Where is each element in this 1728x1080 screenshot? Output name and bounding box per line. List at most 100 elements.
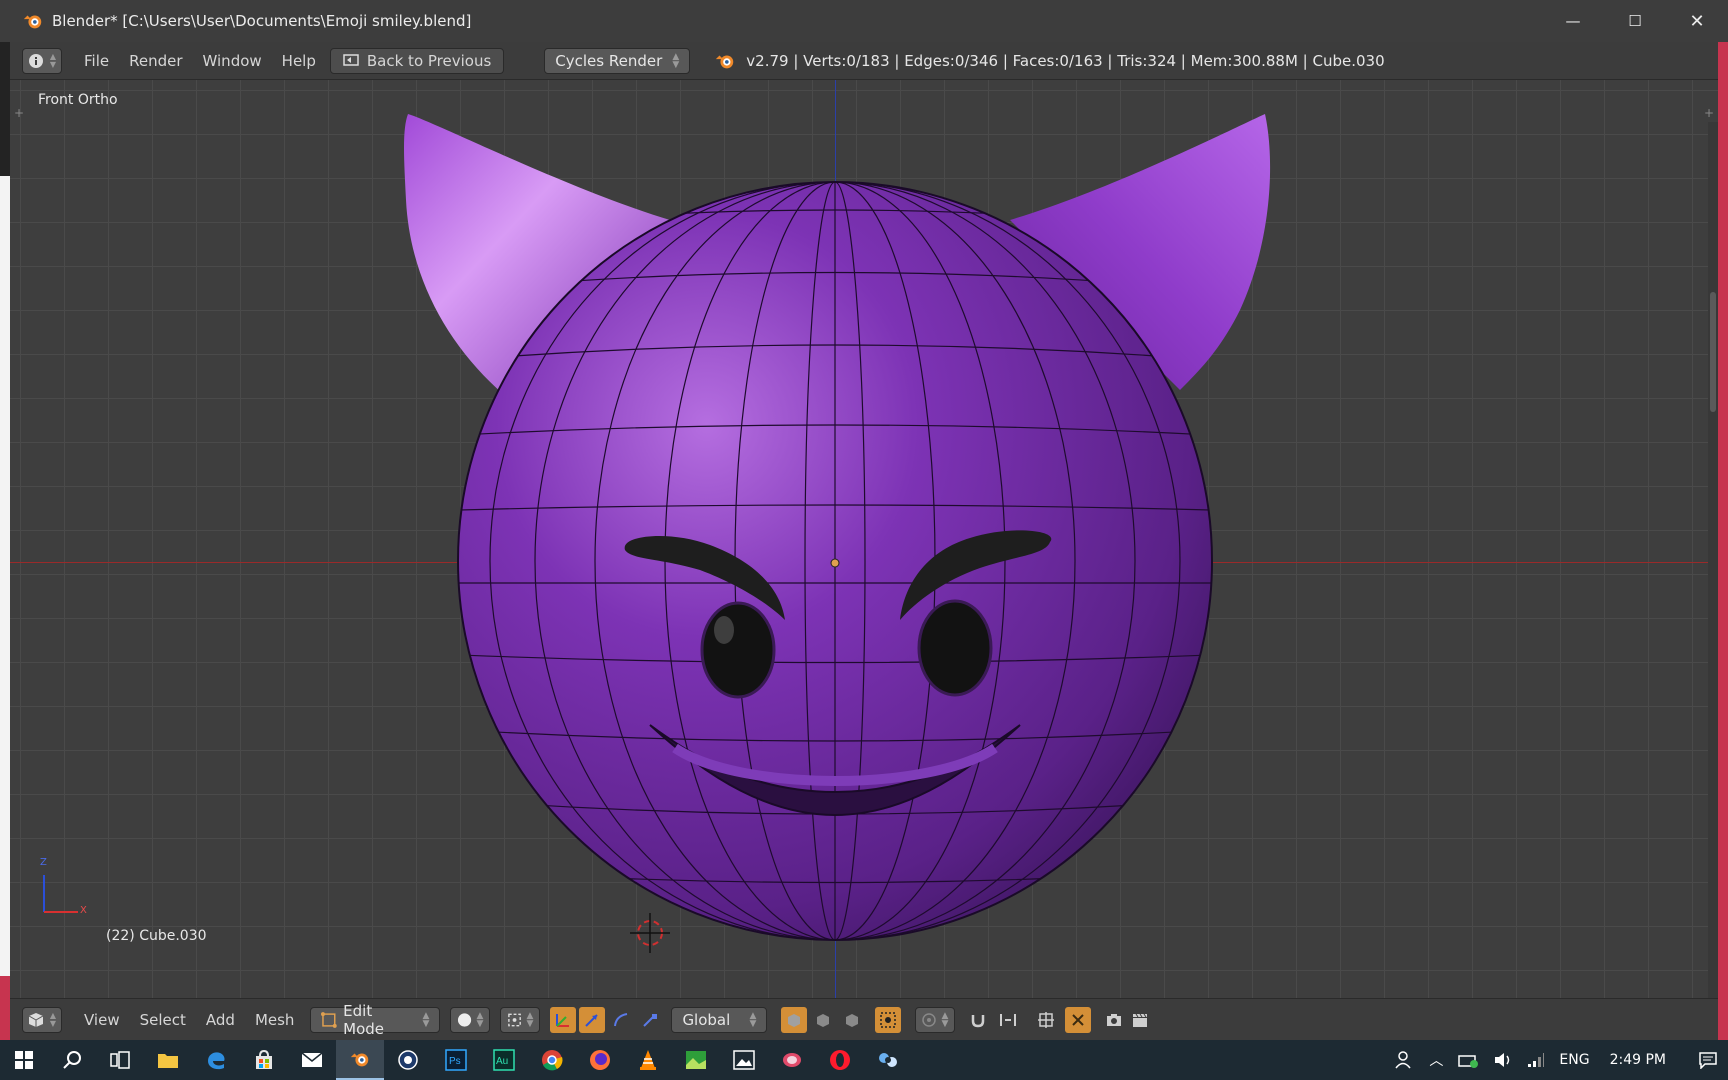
snap-target-toggle[interactable]: [1033, 1007, 1059, 1033]
updown-arrow-icon: ▲ ▼: [526, 1010, 534, 1029]
cube-icon: [28, 1012, 44, 1027]
camera-icon: [1107, 1013, 1122, 1026]
face-select-mode[interactable]: [839, 1007, 865, 1033]
menu-view[interactable]: View: [74, 1007, 130, 1033]
menu-mesh[interactable]: Mesh: [245, 1007, 305, 1033]
snap-toggle[interactable]: [965, 1007, 991, 1033]
chevron-up-icon[interactable]: ︿: [1429, 1050, 1443, 1070]
close-button[interactable]: ✕: [1666, 0, 1728, 42]
blender-app[interactable]: [336, 1040, 384, 1080]
object-origin[interactable]: [830, 558, 840, 568]
blender-workspace: ▲ ▼ File Render Window Help Back to Previ…: [10, 42, 1718, 1040]
action-center-icon[interactable]: [1698, 1051, 1718, 1069]
opengl-render-animation-button[interactable]: [1127, 1007, 1153, 1033]
snap-element-selector[interactable]: [995, 1007, 1021, 1033]
magnet-icon: [972, 1014, 985, 1027]
3d-cursor-icon[interactable]: [630, 913, 670, 953]
translate-manipulator[interactable]: [579, 1006, 606, 1033]
opengl-render-button[interactable]: [1101, 1007, 1127, 1033]
right-eye: [917, 599, 993, 697]
transform-orientation-dropdown[interactable]: Global ▲ ▼: [671, 1006, 768, 1033]
scrollbar-thumb[interactable]: [1710, 292, 1716, 412]
store-bag-icon: [256, 1049, 272, 1069]
axis-gizmo: [43, 875, 78, 913]
menu-render[interactable]: Render: [119, 48, 192, 74]
left-eye: [700, 601, 776, 699]
minimize-button[interactable]: —: [1542, 0, 1604, 42]
edge-app[interactable]: [192, 1040, 240, 1080]
autokey-toggle[interactable]: [1065, 1006, 1092, 1033]
maximize-icon: ☐: [1628, 12, 1642, 30]
snap-target-icon: [1038, 1011, 1055, 1028]
info-icon: [28, 53, 43, 68]
svg-text:Au: Au: [496, 1056, 508, 1067]
menu-select[interactable]: Select: [130, 1007, 196, 1033]
windows-taskbar: Ps Au ︿ ENG 2:49 PM: [0, 1040, 1728, 1080]
maximize-button[interactable]: ☐: [1604, 0, 1666, 42]
store-app[interactable]: [240, 1040, 288, 1080]
signal-bars-icon[interactable]: [1527, 1052, 1545, 1068]
clapperboard-icon: [1133, 1013, 1148, 1027]
proportional-editing-dropdown[interactable]: ▲ ▼: [915, 1006, 956, 1033]
interaction-mode-dropdown[interactable]: Edit Mode ▲ ▼: [310, 1002, 441, 1038]
blender-logo-icon: [350, 1053, 369, 1067]
vertex-select-icon: [788, 1013, 801, 1027]
chrome-app[interactable]: [528, 1040, 576, 1080]
language-indicator[interactable]: ENG: [1559, 1052, 1589, 1068]
render-engine-dropdown[interactable]: Cycles Render ▲ ▼: [544, 47, 691, 74]
limit-selection-to-visible[interactable]: [875, 1006, 902, 1033]
app-green[interactable]: [672, 1040, 720, 1080]
viewport-shading-dropdown[interactable]: ▲ ▼: [450, 1006, 491, 1033]
opera-app[interactable]: [816, 1040, 864, 1080]
desktop: Blender* [C:\Users\User\Documents\Emoji …: [0, 0, 1728, 1080]
network-onedrive-icon[interactable]: [1457, 1051, 1479, 1069]
people-icon[interactable]: [1395, 1050, 1415, 1070]
chrome-icon: [542, 1050, 563, 1071]
occlude-geometry-icon: [880, 1011, 897, 1028]
audition-app[interactable]: Au: [480, 1040, 528, 1080]
vertex-select-mode[interactable]: [781, 1006, 808, 1033]
pivot-point-dropdown[interactable]: ▲ ▼: [500, 1006, 541, 1033]
app-cluster-icon: [879, 1053, 897, 1067]
menu-window[interactable]: Window: [193, 48, 272, 74]
devil-emoji-mesh[interactable]: [10, 80, 1718, 998]
3d-viewport[interactable]: + + Z X Front Ortho (22) Cube.030: [10, 80, 1718, 998]
folder-icon: [158, 1054, 178, 1068]
editor-type-selector[interactable]: ▲ ▼: [22, 1006, 62, 1033]
volume-icon[interactable]: [1493, 1051, 1513, 1069]
face-select-icon: [846, 1013, 859, 1027]
start-button[interactable]: [0, 1040, 48, 1080]
minimize-icon: —: [1565, 12, 1581, 30]
menu-file[interactable]: File: [74, 48, 119, 74]
menu-add[interactable]: Add: [196, 1007, 245, 1033]
back-to-previous-button[interactable]: Back to Previous: [329, 47, 505, 74]
app-last[interactable]: [864, 1040, 912, 1080]
file-explorer-app[interactable]: [144, 1040, 192, 1080]
edge-browser-icon: [208, 1052, 225, 1070]
edge-select-icon: [817, 1013, 830, 1027]
photos-app[interactable]: [720, 1040, 768, 1080]
edge-select-mode[interactable]: [810, 1007, 836, 1033]
mail-app[interactable]: [288, 1040, 336, 1080]
firefox-icon: [590, 1050, 610, 1070]
manipulator-icon: [556, 1013, 570, 1027]
audition-icon: Au: [493, 1049, 515, 1071]
task-view-button[interactable]: [96, 1040, 144, 1080]
app-brain[interactable]: [768, 1040, 816, 1080]
editor-type-selector[interactable]: ▲ ▼: [22, 47, 62, 74]
clock[interactable]: 2:49 PM: [1610, 1052, 1666, 1068]
search-button[interactable]: [48, 1040, 96, 1080]
rotate-manipulator[interactable]: [608, 1007, 634, 1033]
solid-shading-icon: [458, 1012, 472, 1027]
search-icon: [63, 1051, 81, 1069]
photoshop-app[interactable]: Ps: [432, 1040, 480, 1080]
viewport-scrollbar[interactable]: [1708, 122, 1718, 1002]
scale-manipulator[interactable]: [637, 1007, 663, 1033]
manipulator-toggle[interactable]: [550, 1006, 577, 1033]
vlc-app[interactable]: [624, 1040, 672, 1080]
firefox-app[interactable]: [576, 1040, 624, 1080]
updown-arrow-icon: ▲ ▼: [49, 1010, 57, 1028]
cinema4d-app[interactable]: [384, 1040, 432, 1080]
menu-help[interactable]: Help: [272, 48, 326, 74]
axis-z-label: Z: [40, 857, 47, 868]
